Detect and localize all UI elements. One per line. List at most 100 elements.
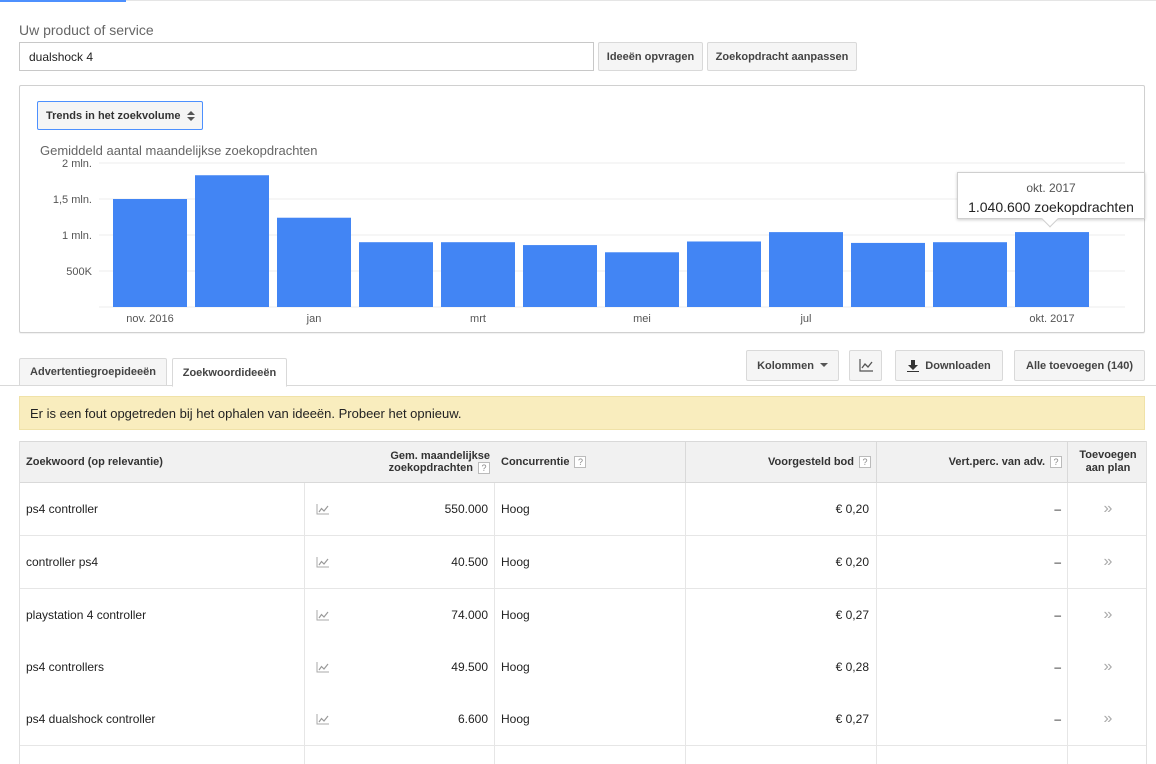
column-separator (304, 483, 305, 536)
keyword-ideas-table: Zoekwoord (op relevantie) Gem. maandelij… (19, 441, 1147, 764)
header-volume[interactable]: Gem. maandelijkse zoekopdrachten? (350, 442, 490, 482)
bar-9 (769, 232, 843, 307)
keyword-cell: ps4 controllers (26, 660, 105, 674)
chart-tooltip: okt. 2017 1.040.600 zoekopdrachten (957, 172, 1145, 228)
table-row: ps4 controller 550.000 Hoog € 0,20 – » (20, 483, 1146, 536)
add-to-plan-button[interactable]: » (1068, 589, 1146, 641)
bar-12 (1015, 232, 1089, 307)
help-icon[interactable]: ? (574, 456, 587, 468)
search-volume-chart-card: Trends in het zoekvolume Gemiddeld aanta… (19, 85, 1145, 333)
columns-button[interactable]: Kolommen (746, 350, 839, 381)
share-cell: – (1054, 712, 1061, 726)
competition-cell: Hoog (501, 712, 530, 726)
trend-chart-icon[interactable] (312, 589, 332, 641)
bid-cell: € 0,27 (835, 712, 869, 726)
tab-adgroup-ideas[interactable]: Advertentiegroepideeën (19, 358, 167, 386)
competition-cell: Hoog (501, 502, 530, 516)
bar-8 (687, 241, 761, 307)
add-to-plan-button[interactable]: » (1068, 483, 1146, 535)
column-separator (494, 693, 495, 746)
column-separator (494, 746, 495, 764)
modify-search-button[interactable]: Zoekopdracht aanpassen (707, 42, 857, 71)
header-add-to-plan: Toevoegen aan plan (1068, 442, 1146, 482)
download-button-label: Downloaden (925, 359, 991, 372)
volume-cell: 74.000 (451, 608, 488, 622)
table-row (20, 746, 1146, 764)
header-add-line1: Toevoegen (1079, 449, 1137, 461)
top-divider (0, 0, 1156, 2)
volume-cell: 6.600 (457, 712, 488, 726)
bar-11 (933, 242, 1007, 307)
trend-chart-icon[interactable] (312, 483, 332, 535)
keyword-cell: controller ps4 (26, 555, 99, 569)
y-tick-label: 500K (66, 266, 92, 278)
keyword-cell: ps4 dualshock controller (26, 712, 156, 726)
line-chart-icon (858, 359, 873, 372)
share-cell: – (1054, 608, 1061, 622)
table-row: controller ps4 40.500 Hoog € 0,20 – » (20, 536, 1146, 589)
column-separator (494, 483, 495, 536)
share-cell: – (1054, 555, 1061, 569)
bar-1 (113, 199, 187, 307)
x-tick-label: mrt (470, 313, 486, 325)
column-separator (304, 589, 305, 642)
column-separator (304, 746, 305, 764)
bid-cell: € 0,27 (835, 608, 869, 622)
trend-chart-icon[interactable] (312, 641, 332, 693)
show-chart-button[interactable] (849, 350, 882, 381)
header-share-label: Vert.perc. van adv. (948, 456, 1045, 468)
x-tick-label: mei (633, 313, 651, 325)
bid-cell: € 0,20 (835, 502, 869, 516)
x-tick-label: okt. 2017 (1029, 313, 1074, 325)
table-row: ps4 controllers 49.500 Hoog € 0,28 – » (20, 641, 1146, 694)
product-search-input[interactable] (19, 42, 594, 71)
volume-cell: 49.500 (451, 660, 488, 674)
header-add-line2: aan plan (1085, 462, 1131, 474)
competition-cell: Hoog (501, 660, 530, 674)
bar-2 (195, 175, 269, 307)
table-row: ps4 dualshock controller 6.600 Hoog € 0,… (20, 693, 1146, 746)
column-separator (304, 693, 305, 746)
share-cell: – (1054, 502, 1061, 516)
y-tick-label: 2 mln. (62, 158, 92, 170)
column-separator (685, 746, 686, 764)
bar-5 (441, 242, 515, 307)
volume-cell: 550.000 (444, 502, 488, 516)
share-cell: – (1054, 660, 1061, 674)
bar-4 (359, 242, 433, 307)
add-to-plan-button[interactable]: » (1068, 693, 1146, 745)
bid-cell: € 0,20 (835, 555, 869, 569)
trend-chart-icon[interactable] (312, 693, 332, 745)
help-icon[interactable]: ? (478, 462, 490, 474)
get-ideas-button[interactable]: Ideeën opvragen (598, 42, 703, 71)
bar-7 (605, 252, 679, 307)
download-button[interactable]: Downloaden (895, 350, 1003, 381)
header-bid-label: Voorgesteld bod (768, 456, 854, 468)
header-keyword-label: Zoekwoord (op relevantie) (26, 456, 163, 468)
header-competition[interactable]: Concurrentie? (501, 442, 681, 482)
table-row: playstation 4 controller 74.000 Hoog € 0… (20, 589, 1146, 642)
x-tick-label: jul (799, 313, 811, 325)
trend-chart-icon[interactable] (312, 536, 332, 588)
help-icon[interactable]: ? (1050, 456, 1062, 468)
help-icon[interactable]: ? (859, 456, 871, 468)
header-suggested-bid[interactable]: Voorgesteld bod? (685, 442, 871, 482)
chevron-down-icon (819, 363, 828, 367)
add-to-plan-button[interactable]: » (1068, 641, 1146, 693)
add-to-plan-button[interactable]: » (1068, 536, 1146, 588)
bar-10 (851, 242, 925, 307)
y-tick-label: 1,5 mln. (53, 194, 92, 206)
columns-button-label: Kolommen (757, 359, 814, 372)
y-tick-label: 1 mln. (62, 230, 92, 242)
bar-6 (523, 245, 597, 307)
top-tab-indicator (0, 0, 126, 2)
tab-keyword-ideas[interactable]: Zoekwoordideeën (172, 358, 287, 387)
x-tick-label: nov. 2016 (126, 313, 174, 325)
product-label: Uw product of service (19, 22, 154, 38)
add-all-button[interactable]: Alle toevoegen (140) (1014, 350, 1145, 381)
column-separator (304, 536, 305, 589)
header-ad-impression-share[interactable]: Vert.perc. van adv.? (876, 442, 1062, 482)
header-keyword[interactable]: Zoekwoord (op relevantie) (26, 442, 306, 482)
competition-cell: Hoog (501, 555, 530, 569)
keyword-cell: ps4 controller (26, 502, 99, 516)
